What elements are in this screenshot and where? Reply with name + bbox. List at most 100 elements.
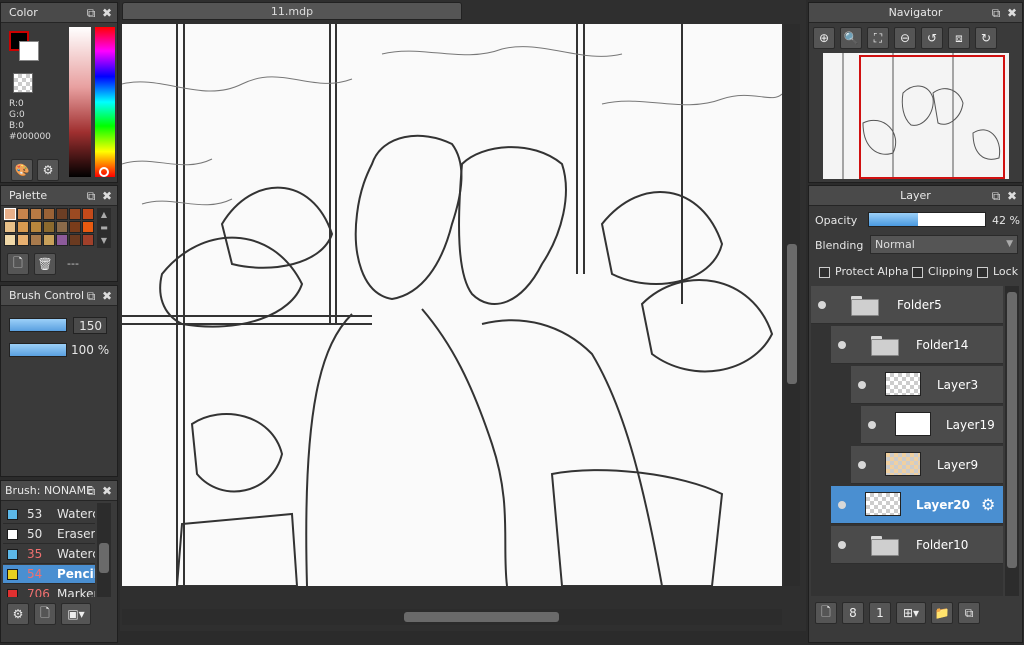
brush-list-scrollbar[interactable] [97,503,111,597]
duplicate-layer-icon[interactable]: ⧉ [958,602,980,624]
palette-swatch[interactable] [56,221,68,233]
brush-settings-button[interactable]: ⚙ [7,603,29,625]
new-1bit-layer-icon[interactable]: 1 [869,602,891,624]
canvas[interactable] [122,24,782,586]
hue-slider[interactable] [95,27,115,177]
gear-icon[interactable]: ⚙ [981,495,995,514]
palette-swatch[interactable] [4,208,16,220]
color-settings-button[interactable]: ⚙ [37,159,59,181]
palette-swatch[interactable] [4,221,16,233]
palette-swatch[interactable] [43,221,55,233]
rotate-left-icon[interactable]: ↺ [921,27,943,49]
palette-swatch[interactable] [82,234,94,246]
reset-view-icon[interactable]: ⧈ [948,27,970,49]
palette-swatch[interactable] [17,234,29,246]
color-wheel-button[interactable]: 🎨 [11,159,33,181]
new-8bit-layer-icon[interactable]: 8 [842,602,864,624]
close-icon[interactable]: ✖ [1006,3,1018,23]
pop-out-icon[interactable]: ⧉ [85,3,97,23]
lock-checkbox[interactable]: Lock [977,265,1018,278]
palette-swatch[interactable] [69,208,81,220]
visibility-eye-icon[interactable] [858,461,866,469]
document-tab[interactable]: 11.mdp [122,2,462,20]
new-folder-icon[interactable]: 📁 [931,602,953,624]
add-layer-menu-icon[interactable]: ⊞▾ [896,602,926,624]
brush-item[interactable]: 50 Eraser [3,525,95,544]
palette-swatch[interactable] [17,208,29,220]
palette-swatch[interactable] [4,234,16,246]
pop-out-icon[interactable]: ⧉ [85,186,97,206]
visibility-eye-icon[interactable] [838,541,846,549]
canvas-horizontal-scrollbar[interactable] [122,609,782,625]
palette-swatch[interactable] [30,234,42,246]
visibility-eye-icon[interactable] [818,301,826,309]
pop-out-icon[interactable]: ⧉ [85,481,97,501]
visibility-eye-icon[interactable] [838,341,846,349]
palette-swatch[interactable] [69,221,81,233]
brush-size-slider[interactable] [9,318,67,332]
canvas-vertical-scrollbar[interactable] [784,24,800,586]
palette-swatch[interactable] [82,221,94,233]
brush-item[interactable]: 706 Marker [3,585,95,597]
protect-alpha-checkbox[interactable]: Protect Alpha [819,265,909,278]
fit-icon[interactable]: ⛶ [867,27,889,49]
palette-swatch[interactable] [69,234,81,246]
palette-swatch[interactable] [17,221,29,233]
zoom-out-icon[interactable]: ⊖ [894,27,916,49]
brush-opacity-slider[interactable] [9,343,67,357]
brush-scroll-thumb[interactable] [99,543,109,573]
layer-row-layer3[interactable]: Layer3 [851,366,1003,404]
rotate-right-icon[interactable]: ↻ [975,27,997,49]
brush-item[interactable]: 53 Waterc [3,505,95,524]
zoom-in-icon[interactable]: 🔍 [840,27,862,49]
close-icon[interactable]: ✖ [101,3,113,23]
opacity-slider[interactable] [868,212,986,227]
background-color-swatch[interactable] [19,41,39,61]
new-palette-button[interactable]: 🗋 [7,253,29,275]
layer-scroll-thumb[interactable] [1007,292,1017,568]
brush-size-value[interactable]: 150 [73,317,107,334]
navigator-toolbar: ⊕ 🔍 ⛶ ⊖ ↺ ⧈ ↻ [813,27,997,49]
layer-row-layer9[interactable]: Layer9 [851,446,1003,484]
palette-scrollbar[interactable]: ▲ ▬ ▼ [97,208,111,248]
palette-swatch[interactable] [43,234,55,246]
close-icon[interactable]: ✖ [101,186,113,206]
delete-palette-button[interactable]: 🗑 [34,253,56,275]
blending-select[interactable]: Normal ▼ [870,235,1018,254]
canvas-vertical-thumb[interactable] [787,244,797,384]
layer-list-scrollbar[interactable] [1005,286,1019,596]
palette-swatch[interactable] [30,208,42,220]
hue-handle[interactable] [99,167,109,177]
visibility-eye-icon[interactable] [858,381,866,389]
close-icon[interactable]: ✖ [101,481,113,501]
pop-out-icon[interactable]: ⧉ [85,286,97,306]
visibility-eye-icon[interactable] [838,501,846,509]
transparent-color-swatch[interactable] [13,73,33,93]
zoom-actual-icon[interactable]: ⊕ [813,27,835,49]
saturation-brightness-picker[interactable] [69,27,91,177]
layer-row-layer20[interactable]: Layer20 ⚙ [831,486,1003,524]
navigator-viewport-rect[interactable] [859,55,1005,179]
palette-swatch[interactable] [56,234,68,246]
brush-menu-button[interactable]: ▣▾ [61,603,91,625]
pop-out-icon[interactable]: ⧉ [990,186,1002,206]
canvas-horizontal-thumb[interactable] [404,612,559,622]
brush-item[interactable]: 35 Waterc [3,545,95,564]
brush-item[interactable]: 54 Pencil [3,565,95,584]
layer-row-layer19[interactable]: Layer19 [861,406,1003,444]
close-icon[interactable]: ✖ [101,286,113,306]
layer-row-folder5[interactable]: Folder5 [811,286,1003,324]
palette-swatch[interactable] [43,208,55,220]
layer-row-folder14[interactable]: Folder14 [831,326,1003,364]
layer-row-folder10[interactable]: Folder10 [831,526,1003,564]
new-layer-icon[interactable]: 🗋 [815,602,837,624]
navigator-preview[interactable] [823,53,1009,179]
visibility-eye-icon[interactable] [868,421,876,429]
clipping-checkbox[interactable]: Clipping [912,265,973,278]
close-icon[interactable]: ✖ [1006,186,1018,206]
palette-swatch[interactable] [30,221,42,233]
palette-swatch[interactable] [56,208,68,220]
palette-swatch[interactable] [82,208,94,220]
pop-out-icon[interactable]: ⧉ [990,3,1002,23]
new-brush-button[interactable]: 🗋 [34,603,56,625]
